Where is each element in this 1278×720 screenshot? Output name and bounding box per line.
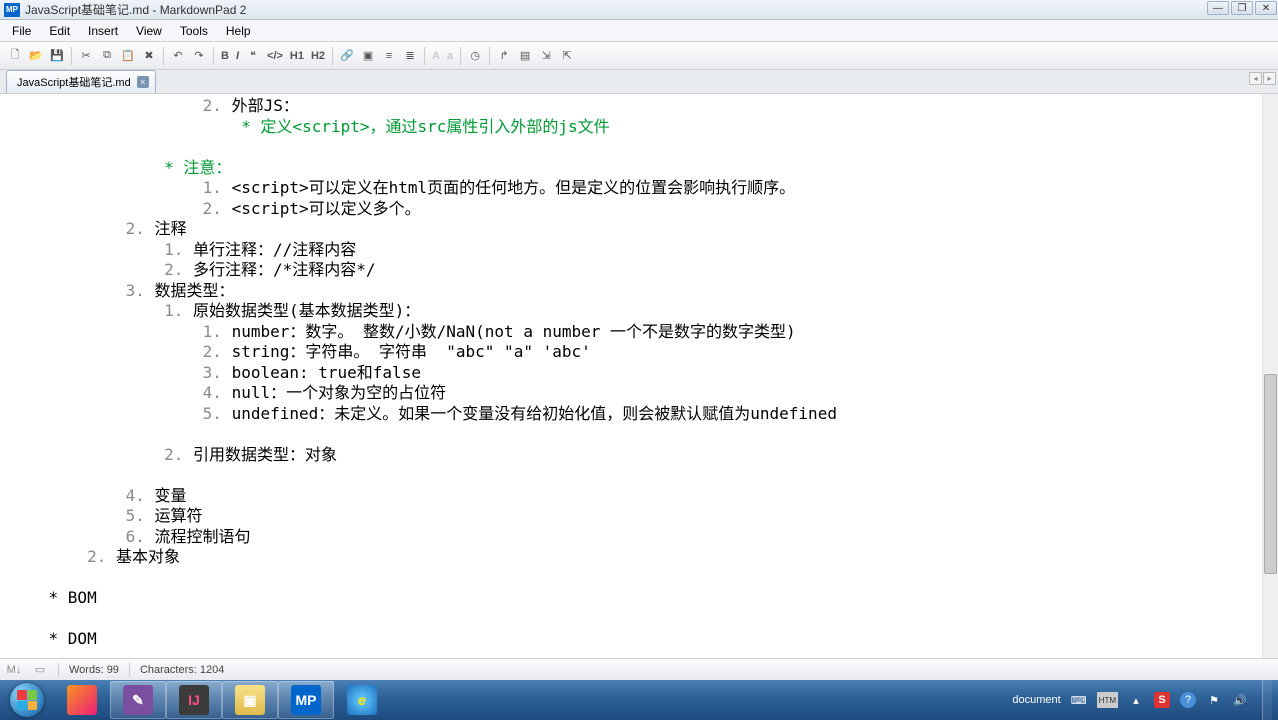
htm-icon[interactable]: HTM (1097, 692, 1118, 708)
menu-tools[interactable]: Tools (172, 21, 216, 41)
word-count: Words: 99 (69, 664, 119, 676)
editor-line: 5. undefined：未定义。如果一个变量没有给初始化值，则会被默认赋值为u… (10, 404, 1278, 425)
code-icon[interactable]: </> (265, 47, 285, 65)
minimize-button[interactable]: — (1207, 1, 1229, 15)
maximize-button[interactable]: ❐ (1231, 1, 1253, 15)
editor-line: 5. 运算符 (10, 506, 1278, 527)
quote-icon[interactable]: ❝ (244, 47, 262, 65)
editor-line: 1. 原始数据类型(基本数据类型)： (10, 301, 1278, 322)
save-icon[interactable]: 💾 (48, 47, 66, 65)
tab-item[interactable]: JavaScript基础笔记.md × (6, 70, 156, 93)
menu-edit[interactable]: Edit (41, 21, 78, 41)
editor-line: * BOM (10, 588, 1278, 609)
task-item-intellij[interactable]: IJ (166, 681, 222, 719)
timestamp-icon[interactable]: ◷ (466, 47, 484, 65)
tab-close-icon[interactable]: × (137, 76, 149, 88)
editor-line: 2. 外部JS： (10, 96, 1278, 117)
show-desktop-button[interactable] (1262, 680, 1272, 720)
window-title: JavaScript基础笔记.md - MarkdownPad 2 (25, 1, 246, 18)
ul-icon[interactable]: ≡ (380, 47, 398, 65)
editor-line: 2. string：字符串。 字符串 "abc" "a" 'abc' (10, 342, 1278, 363)
browser-preview-icon[interactable]: ↱ (495, 47, 513, 65)
titlebar: MP JavaScript基础笔记.md - MarkdownPad 2 — ❐… (0, 0, 1278, 20)
editor-line: 3. 数据类型： (10, 281, 1278, 302)
tab-prev-button[interactable]: ◂ (1249, 72, 1262, 85)
editor-line: 1. 单行注释：//注释内容 (10, 240, 1278, 261)
task-item-ie[interactable]: e (334, 681, 390, 719)
editor-line: 2. 基本对象 (10, 547, 1278, 568)
taskbar: ✎ IJ ▣ MP e document ⌨ HTM ▴ S ? ⚑ 🔊 (0, 680, 1278, 720)
editor-line (10, 609, 1278, 630)
export-icon[interactable]: ⇲ (537, 47, 555, 65)
menu-insert[interactable]: Insert (80, 21, 126, 41)
editor-line: 2. <script>可以定义多个。 (10, 199, 1278, 220)
volume-icon[interactable]: 🔊 (1232, 692, 1248, 708)
editor-line: 4. null：一个对象为空的占位符 (10, 383, 1278, 404)
cut-icon[interactable]: ✂ (77, 47, 95, 65)
h1-icon[interactable]: H1 (288, 47, 306, 65)
start-button[interactable] (0, 680, 54, 720)
keyboard-icon[interactable]: ⌨ (1071, 692, 1087, 708)
editor-line: 4. 变量 (10, 486, 1278, 507)
editor-line: * 注意： (10, 158, 1278, 179)
ol-icon[interactable]: ≣ (401, 47, 419, 65)
scrollbar-thumb[interactable] (1264, 374, 1277, 574)
editor-line: * 定义<script>，通过src属性引入外部的js文件 (10, 117, 1278, 138)
italic-icon[interactable]: I (234, 47, 241, 65)
editor-line: 6. 流程控制语句 (10, 527, 1278, 548)
delete-icon[interactable]: ✖ (140, 47, 158, 65)
editor-scrollbar[interactable] (1262, 94, 1278, 660)
app-icon: MP (4, 3, 20, 17)
editor-line (10, 465, 1278, 486)
redo-icon[interactable]: ↷ (190, 47, 208, 65)
markdown-icon[interactable]: M↓ (6, 663, 22, 677)
editor-line: 2. 引用数据类型：对象 (10, 445, 1278, 466)
menu-help[interactable]: Help (218, 21, 259, 41)
bold-icon[interactable]: B (219, 47, 231, 65)
link-icon[interactable]: 🔗 (338, 47, 356, 65)
close-button[interactable]: ✕ (1255, 1, 1277, 15)
tabbar: JavaScript基础笔记.md × ◂ ▸ (0, 70, 1278, 94)
chevron-up-icon[interactable]: ▴ (1128, 692, 1144, 708)
action-center-icon[interactable]: ⚑ (1206, 692, 1222, 708)
h2-icon[interactable]: H2 (309, 47, 327, 65)
editor-line: 2. 注释 (10, 219, 1278, 240)
statusbar: M↓ ▭ Words: 99 Characters: 1204 (0, 658, 1278, 680)
task-item-markdownpad[interactable]: MP (278, 681, 334, 719)
help-icon[interactable]: ? (1180, 692, 1196, 708)
upload-icon[interactable]: ⇱ (558, 47, 576, 65)
font-name-icon[interactable]: A (430, 47, 442, 65)
task-item-mixer[interactable] (54, 681, 110, 719)
task-item-editor1[interactable]: ✎ (110, 681, 166, 719)
open-file-icon[interactable]: 📂 (27, 47, 45, 65)
tab-next-button[interactable]: ▸ (1263, 72, 1276, 85)
task-item-explorer[interactable]: ▣ (222, 681, 278, 719)
editor-area[interactable]: 2. 外部JS： * 定义<script>，通过src属性引入外部的js文件 *… (0, 94, 1278, 660)
editor-line: 3. boolean: true和false (10, 363, 1278, 384)
editor-line: 1. <script>可以定义在html页面的任何地方。但是定义的位置会影响执行… (10, 178, 1278, 199)
book-icon[interactable]: ▭ (32, 663, 48, 677)
s-icon[interactable]: S (1154, 692, 1170, 708)
editor-line (10, 424, 1278, 445)
editor-line (10, 568, 1278, 589)
font-size-icon[interactable]: a (445, 47, 455, 65)
tab-label: JavaScript基础笔记.md (17, 74, 131, 90)
menu-view[interactable]: View (128, 21, 170, 41)
copy-icon[interactable]: ⧉ (98, 47, 116, 65)
undo-icon[interactable]: ↶ (169, 47, 187, 65)
toolbar: 🗋📂💾 ✂⧉📋✖ ↶↷ BI❝</>H1H2 🔗▣≡≣ Aa ◷ ↱▤⇲⇱ (0, 42, 1278, 70)
new-file-icon[interactable]: 🗋 (6, 47, 24, 65)
paste-icon[interactable]: 📋 (119, 47, 137, 65)
tray-doc-label: document (1012, 694, 1060, 706)
editor-line: 2. 多行注释：/*注释内容*/ (10, 260, 1278, 281)
toggle-preview-icon[interactable]: ▤ (516, 47, 534, 65)
image-icon[interactable]: ▣ (359, 47, 377, 65)
editor-line: * DOM (10, 629, 1278, 650)
system-tray: document ⌨ HTM ▴ S ? ⚑ 🔊 (1012, 680, 1272, 720)
menu-file[interactable]: File (4, 21, 39, 41)
editor-line: 1. number：数字。 整数/小数/NaN(not a number 一个不… (10, 322, 1278, 343)
editor-line (10, 137, 1278, 158)
menubar: FileEditInsertViewToolsHelp (0, 20, 1278, 42)
char-count: Characters: 1204 (140, 664, 224, 676)
